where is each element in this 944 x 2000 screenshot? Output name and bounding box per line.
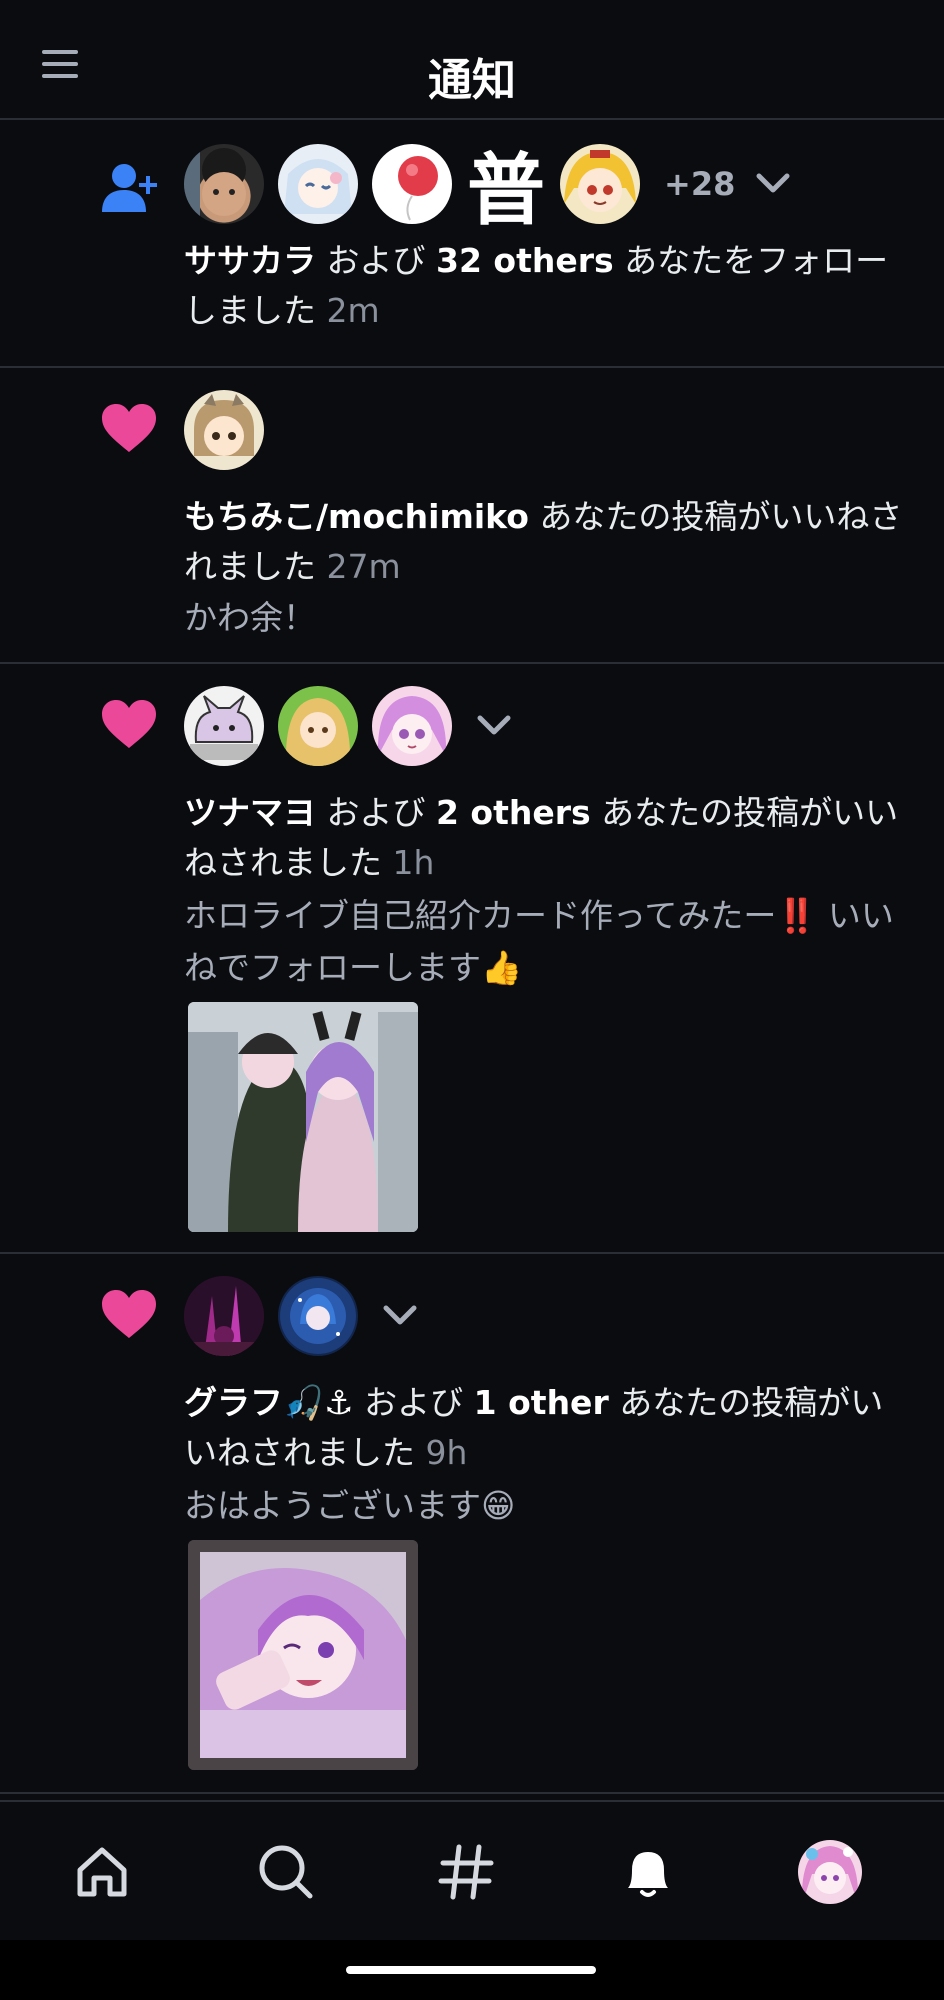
post-snippet[interactable]: ホロライブ自己紹介カード作ってみたー‼️ いいねでフォローします👍 <box>184 890 904 994</box>
post-snippet[interactable]: かわ余！ <box>184 592 904 644</box>
timestamp: 27m <box>326 547 401 586</box>
liker-avatars <box>184 1276 422 1356</box>
avatar[interactable] <box>184 686 264 766</box>
joiner-text: および <box>353 1383 474 1422</box>
chevron-down-icon[interactable] <box>472 704 516 748</box>
chevron-down-icon[interactable] <box>378 1294 422 1338</box>
avatar[interactable] <box>560 144 640 224</box>
avatar[interactable] <box>372 144 452 224</box>
others-count[interactable]: 2 others <box>436 793 591 832</box>
page-title: 通知 <box>428 55 516 106</box>
bottom-tab-bar <box>0 1800 944 1940</box>
notification-text: もちみこ/mochimiko あなたの投稿がいいねされました 27m <box>184 492 904 592</box>
actor-name[interactable]: ササカラ <box>184 241 316 280</box>
hashtag-icon[interactable] <box>426 1832 506 1912</box>
follower-avatars: 普 +28 <box>184 144 795 236</box>
timestamp: 2m <box>326 291 380 330</box>
actor-name[interactable]: もちみこ/mochimiko <box>184 497 529 536</box>
avatar[interactable] <box>184 144 264 224</box>
heart-icon <box>100 402 158 458</box>
notification-text: ツナマヨ および 2 others あなたの投稿がいいねされました 1h <box>184 788 904 888</box>
post-image-thumbnail[interactable] <box>188 1540 418 1770</box>
joiner-text: および <box>316 241 436 280</box>
notification-feed[interactable]: 普 +28 ササカラ および 32 others あなたをフォローしました 2m… <box>0 120 944 1794</box>
actor-name[interactable]: グラフ🎣⚓ <box>184 1383 354 1422</box>
more-followers-count: +28 <box>664 165 736 203</box>
timestamp: 9h <box>425 1433 468 1472</box>
notification-text: ササカラ および 32 others あなたをフォローしました 2m <box>184 236 904 336</box>
avatar[interactable] <box>278 686 358 766</box>
bell-icon[interactable] <box>608 1832 688 1912</box>
others-count[interactable]: 1 other <box>474 1383 609 1422</box>
avatar[interactable]: 普 <box>466 144 546 236</box>
avatar[interactable] <box>278 1276 358 1356</box>
home-indicator[interactable] <box>346 1966 596 1974</box>
post-snippet[interactable]: おはようございます😁 <box>184 1480 904 1532</box>
notification-like[interactable]: もちみこ/mochimiko あなたの投稿がいいねされました 27m かわ余！ <box>0 368 944 664</box>
avatar[interactable] <box>184 390 264 470</box>
post-image-thumbnail[interactable] <box>188 1002 418 1232</box>
heart-icon <box>100 1288 158 1344</box>
notification-like[interactable]: ツナマヨ および 2 others あなたの投稿がいいねされました 1h ホロラ… <box>0 664 944 1254</box>
avatar[interactable] <box>372 686 452 766</box>
search-icon[interactable] <box>246 1832 326 1912</box>
avatar[interactable] <box>278 144 358 224</box>
profile-avatar[interactable] <box>790 1832 870 1912</box>
chevron-down-icon[interactable] <box>751 162 795 206</box>
person-add-icon <box>100 162 160 222</box>
liker-avatars <box>184 390 278 470</box>
home-icon[interactable] <box>62 1832 142 1912</box>
others-count[interactable]: 32 others <box>436 241 614 280</box>
liker-avatars <box>184 686 516 766</box>
notification-text: グラフ🎣⚓ および 1 other あなたの投稿がいいねされました 9h <box>184 1378 904 1478</box>
heart-icon <box>100 698 158 754</box>
top-app-bar: 通知 <box>0 0 944 120</box>
timestamp: 1h <box>392 843 435 882</box>
notification-follow[interactable]: 普 +28 ササカラ および 32 others あなたをフォローしました 2m <box>0 120 944 368</box>
avatar[interactable] <box>184 1276 264 1356</box>
notification-like[interactable]: グラフ🎣⚓ および 1 other あなたの投稿がいいねされました 9h おはよ… <box>0 1254 944 1794</box>
actor-name[interactable]: ツナマヨ <box>184 793 316 832</box>
joiner-text: および <box>316 793 436 832</box>
